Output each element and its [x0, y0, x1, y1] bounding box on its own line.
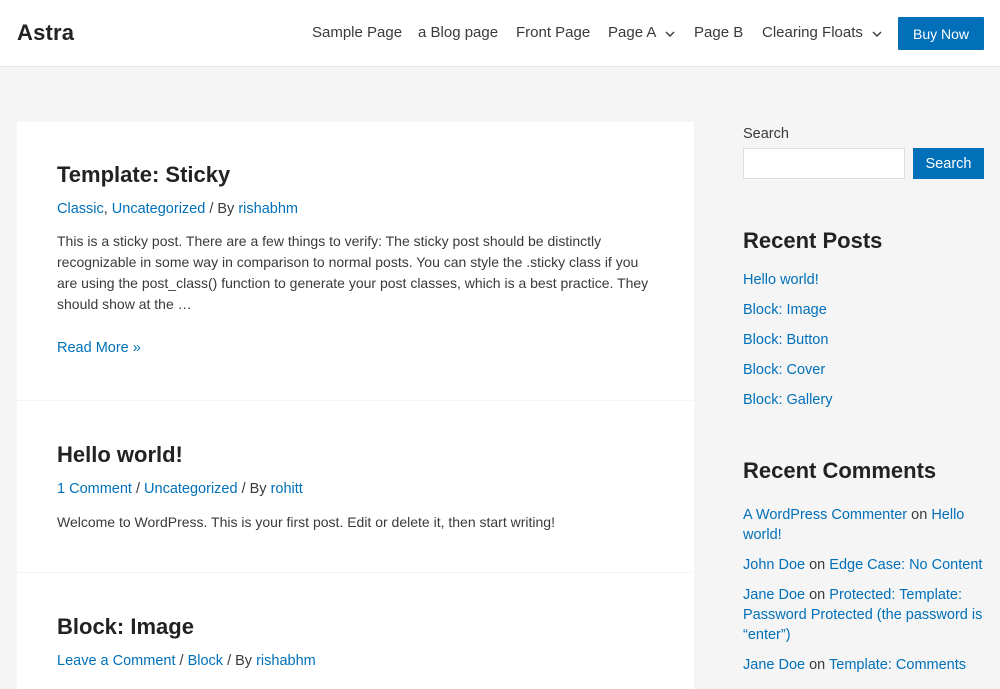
nav-item-label: Front Page: [516, 24, 591, 41]
recent-post-link[interactable]: Block: Cover: [743, 362, 825, 378]
post-category-link[interactable]: Block: [188, 653, 223, 669]
comment-on-text: on: [809, 657, 826, 673]
posts-list: Template: Sticky Classic, Uncategorized …: [17, 122, 694, 689]
meta-separator: /: [131, 481, 145, 497]
nav-item-label: a Blog page: [418, 24, 499, 41]
comment-author-link[interactable]: Jane Doe: [743, 657, 805, 673]
search-input[interactable]: [743, 148, 905, 179]
nav-item-label: Clearing Floats: [762, 24, 863, 41]
recent-comment: A WordPress Commenter on Hello world!: [743, 505, 984, 545]
post-title[interactable]: Hello world!: [57, 442, 183, 468]
nav-item-label: Page A: [608, 24, 657, 41]
recent-comment: John Doe on Edge Case: No Content: [743, 555, 984, 575]
search-label: Search: [743, 126, 789, 142]
recent-posts-title: Recent Posts: [743, 228, 883, 253]
nav-item-label: Sample Page: [312, 24, 403, 41]
post-title-link[interactable]: Template: Sticky: [57, 162, 230, 187]
post-excerpt: This is a sticky post. There are a few t…: [57, 233, 649, 312]
post-meta: 1 Comment / Uncategorized / By rohitt: [57, 481, 303, 497]
post-card: Template: Sticky Classic, Uncategorized …: [17, 122, 694, 400]
site-header: Astra Sample Page a Blog page Front Page…: [0, 0, 1000, 67]
recent-comment: Jane Doe on Template: Comments: [743, 655, 984, 675]
post-excerpt: Welcome to WordPress. This is your first…: [57, 514, 555, 530]
post-comments-link[interactable]: Leave a Comment: [57, 653, 175, 669]
comment-on-text: on: [809, 557, 826, 573]
recent-post-link[interactable]: Block: Button: [743, 332, 828, 348]
recent-comment: Jane Doe on Protected: Template: Passwor…: [743, 585, 984, 645]
post-card: Block: Image Leave a Comment / Block / B…: [17, 573, 694, 689]
post-title[interactable]: Block: Image: [57, 614, 194, 640]
post-category-link[interactable]: Uncategorized: [112, 201, 206, 217]
post-meta: Classic, Uncategorized / By rishabhm: [57, 201, 298, 217]
comment-author-link[interactable]: John Doe: [743, 557, 805, 573]
buy-now-button[interactable]: Buy Now: [898, 17, 984, 50]
nav-item-page-b[interactable]: Page B: [694, 24, 743, 41]
nav-item-page-a[interactable]: Page A: [608, 24, 676, 41]
post-title-link[interactable]: Block: Image: [57, 614, 194, 639]
meta-separator: / By: [223, 653, 257, 669]
recent-post-link[interactable]: Block: Image: [743, 302, 827, 318]
post-author-link[interactable]: rishabhm: [238, 201, 298, 217]
post-title-link[interactable]: Hello world!: [57, 442, 183, 467]
recent-comments-title: Recent Comments: [743, 458, 937, 483]
meta-separator: / By: [237, 481, 271, 497]
post-category-link[interactable]: Uncategorized: [144, 481, 238, 497]
comment-author-link[interactable]: A WordPress Commenter: [743, 507, 907, 523]
comment-post-link[interactable]: Edge Case: No Content: [829, 557, 982, 573]
post-author-link[interactable]: rohitt: [271, 481, 303, 497]
chevron-down-icon[interactable]: [664, 28, 676, 40]
comment-post-link[interactable]: Template: Comments: [829, 657, 966, 673]
post-title[interactable]: Template: Sticky: [57, 162, 230, 188]
chevron-down-icon[interactable]: [871, 28, 883, 40]
nav-item-sample-page[interactable]: Sample Page: [312, 24, 402, 41]
read-more-link[interactable]: Read More »: [57, 340, 141, 356]
nav-item-label: Page B: [694, 24, 744, 41]
post-comments-link[interactable]: 1 Comment: [57, 481, 132, 497]
meta-separator: / By: [205, 201, 239, 217]
post-meta: Leave a Comment / Block / By rishabhm: [57, 653, 316, 669]
comment-on-text: on: [911, 507, 928, 523]
meta-separator: ,: [103, 201, 112, 217]
post-card: Hello world! 1 Comment / Uncategorized /…: [17, 401, 694, 572]
nav-item-blog-page[interactable]: a Blog page: [418, 24, 498, 41]
meta-separator: /: [175, 653, 188, 669]
nav-item-front-page[interactable]: Front Page: [516, 24, 590, 41]
comment-on-text: on: [809, 587, 826, 603]
comment-author-link[interactable]: Jane Doe: [743, 587, 805, 603]
search-button[interactable]: Search: [913, 148, 984, 179]
recent-post-link[interactable]: Hello world!: [743, 272, 819, 288]
site-logo[interactable]: Astra: [17, 20, 74, 46]
post-category-link[interactable]: Classic: [57, 201, 104, 217]
nav-item-clearing-floats[interactable]: Clearing Floats: [762, 24, 883, 41]
recent-post-link[interactable]: Block: Gallery: [743, 392, 832, 408]
post-author-link[interactable]: rishabhm: [256, 653, 316, 669]
